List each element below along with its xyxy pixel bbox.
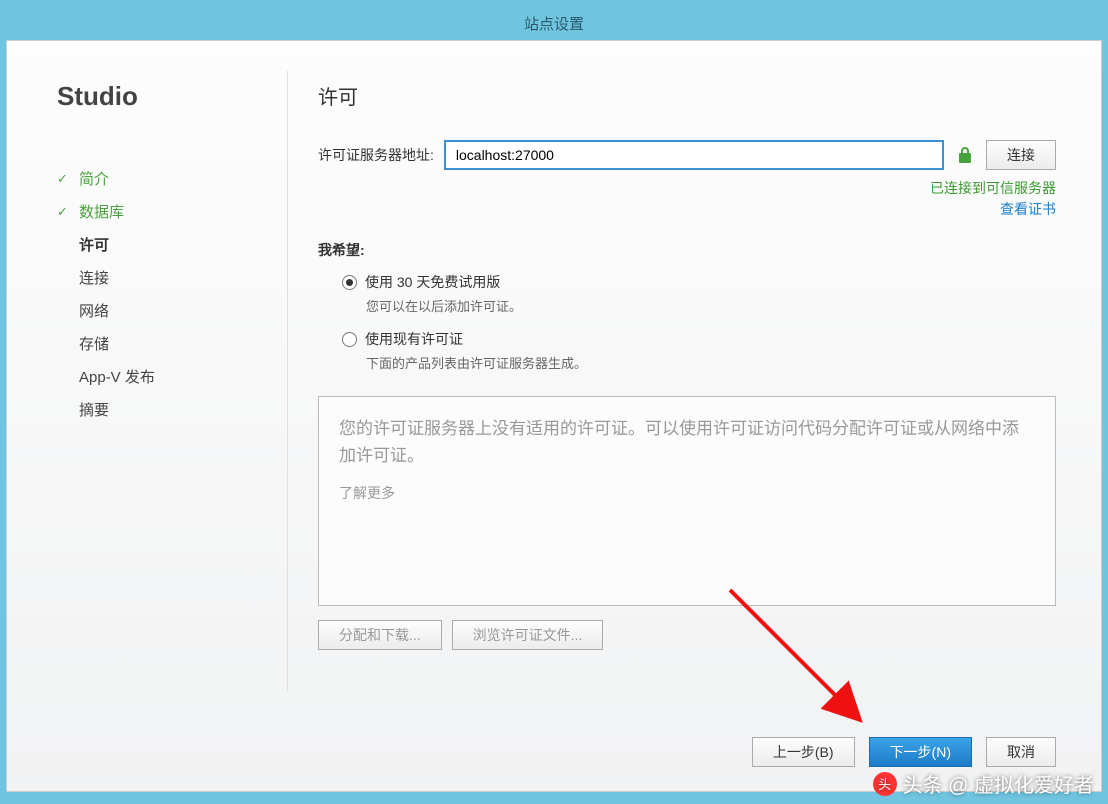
- radio-label: 使用现有许可证: [365, 329, 463, 349]
- nav-label: 数据库: [79, 201, 124, 222]
- radio-group: 使用 30 天免费试用版 您可以在以后添加许可证。 使用现有许可证 下面的产品列…: [318, 272, 1056, 386]
- nav-item-appv[interactable]: App-V 发布: [57, 360, 267, 393]
- nav-item-license[interactable]: 许可: [57, 228, 267, 261]
- nav-label: 连接: [79, 267, 109, 288]
- watermark-text: 头条 @ 虚拟化爱好者: [903, 769, 1094, 798]
- check-icon: ✓: [57, 171, 71, 187]
- license-actions: 分配和下载... 浏览许可证文件...: [318, 620, 1056, 650]
- connect-button[interactable]: 连接: [986, 140, 1056, 170]
- nav-item-database[interactable]: ✓ 数据库: [57, 195, 267, 228]
- window-title: 站点设置: [524, 13, 584, 34]
- status-connected: 已连接到可信服务器: [318, 178, 1056, 199]
- nav-label: App-V 发布: [79, 366, 155, 387]
- radio-icon[interactable]: [342, 332, 357, 347]
- server-address-input[interactable]: [444, 140, 944, 170]
- license-list-box: 您的许可证服务器上没有适用的许可证。可以使用许可证访问代码分配许可证或从网络中添…: [318, 396, 1056, 606]
- radio-sublabel: 下面的产品列表由许可证服务器生成。: [366, 353, 1056, 372]
- server-address-row: 许可证服务器地址: 连接: [318, 140, 1056, 170]
- status-line: 已连接到可信服务器 查看证书: [318, 178, 1056, 220]
- main-panel: 许可 许可证服务器地址: 连接 已连接到可信服务器 查看证书 我希望:: [288, 41, 1101, 721]
- radio-label: 使用 30 天免费试用版: [365, 272, 500, 292]
- title-bar: 站点设置: [6, 6, 1102, 40]
- nav-item-connection[interactable]: 连接: [57, 261, 267, 294]
- back-button[interactable]: 上一步(B): [752, 737, 855, 767]
- watermark-icon: 头: [873, 772, 897, 796]
- lock-icon: [954, 142, 976, 168]
- nav-label: 许可: [79, 234, 109, 255]
- next-button[interactable]: 下一步(N): [869, 737, 972, 767]
- want-label: 我希望:: [318, 240, 1056, 260]
- license-empty-msg: 您的许可证服务器上没有适用的许可证。可以使用许可证访问代码分配许可证或从网络中添…: [339, 415, 1035, 469]
- check-icon: ✓: [57, 204, 71, 220]
- radio-item-existing[interactable]: 使用现有许可证 下面的产品列表由许可证服务器生成。: [342, 329, 1056, 372]
- page-heading: 许可: [318, 81, 1056, 110]
- server-address-label: 许可证服务器地址:: [318, 145, 434, 165]
- nav-label: 网络: [79, 300, 109, 321]
- browse-license-button[interactable]: 浏览许可证文件...: [452, 620, 604, 650]
- learn-more-link[interactable]: 了解更多: [339, 483, 1035, 503]
- nav-item-storage[interactable]: 存储: [57, 327, 267, 360]
- watermark: 头 头条 @ 虚拟化爱好者: [873, 769, 1094, 798]
- nav-label: 摘要: [79, 399, 109, 420]
- nav-item-summary[interactable]: 摘要: [57, 393, 267, 426]
- view-certificate-link[interactable]: 查看证书: [318, 199, 1056, 220]
- nav-label: 存储: [79, 333, 109, 354]
- cancel-button[interactable]: 取消: [986, 737, 1056, 767]
- radio-sublabel: 您可以在以后添加许可证。: [366, 296, 1056, 315]
- allocate-download-button[interactable]: 分配和下载...: [318, 620, 442, 650]
- nav-label: 简介: [79, 168, 109, 189]
- radio-item-trial[interactable]: 使用 30 天免费试用版 您可以在以后添加许可证。: [342, 272, 1056, 315]
- sidebar-title: Studio: [57, 81, 267, 112]
- content-area: Studio ✓ 简介 ✓ 数据库 许可 连接: [6, 40, 1102, 792]
- sidebar: Studio ✓ 简介 ✓ 数据库 许可 连接: [7, 41, 287, 721]
- radio-icon[interactable]: [342, 275, 357, 290]
- nav-item-intro[interactable]: ✓ 简介: [57, 162, 267, 195]
- nav-item-network[interactable]: 网络: [57, 294, 267, 327]
